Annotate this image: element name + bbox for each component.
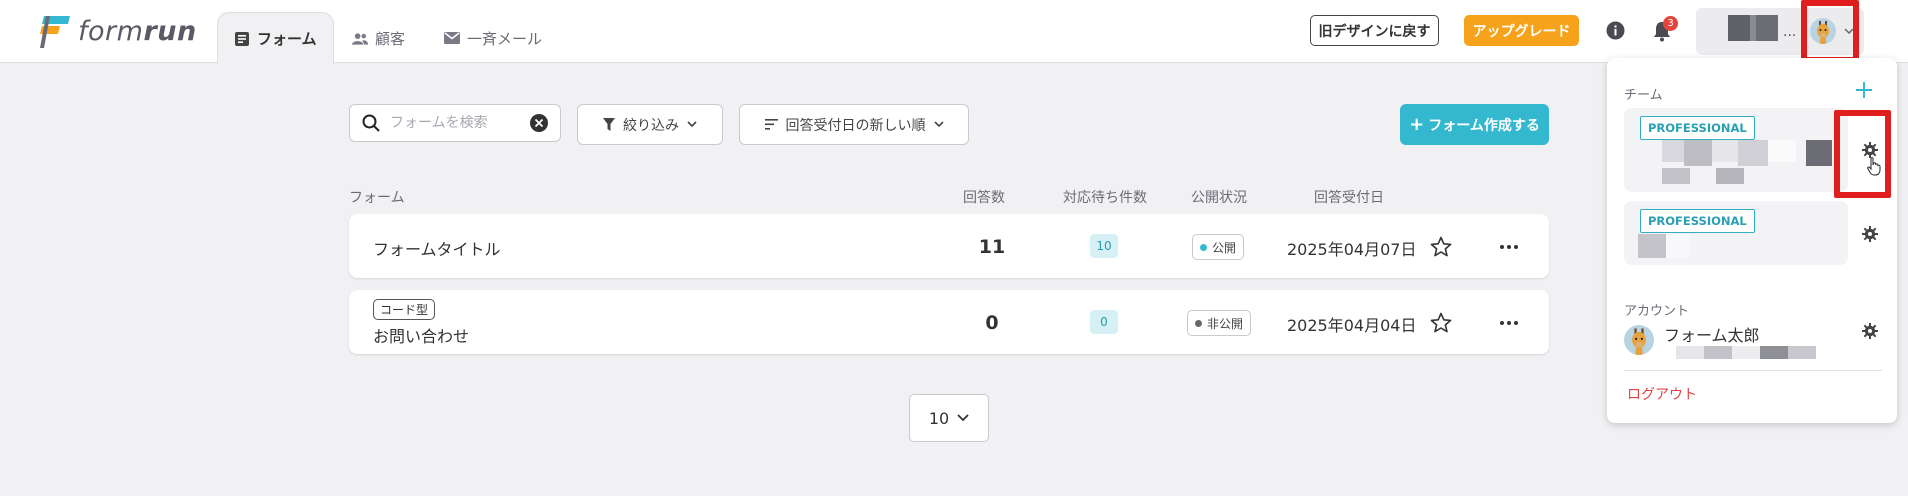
more-options-icon[interactable]	[1497, 236, 1521, 258]
account-avatar	[1624, 325, 1654, 355]
highlight-frame	[1834, 110, 1891, 198]
top-header: formrun フォーム 顧客 一斉メール 旧デザインに戻す アップグレード 3…	[0, 0, 1908, 64]
column-header-form: フォーム	[349, 190, 405, 206]
column-header-date: 回答受付日	[1314, 190, 1384, 206]
team-section-label: チーム	[1624, 88, 1663, 103]
status-badge: 公開	[1192, 234, 1245, 260]
sort-icon	[764, 119, 778, 130]
status-label: 非公開	[1207, 316, 1244, 331]
tab-forms[interactable]: フォーム	[217, 12, 334, 64]
search-input[interactable]	[390, 115, 520, 131]
star-icon[interactable]	[1430, 236, 1452, 258]
form-list-icon	[234, 31, 250, 47]
redacted-block	[1788, 346, 1816, 359]
response-count: 11	[978, 236, 1006, 258]
funnel-icon	[603, 118, 615, 131]
old-design-button[interactable]: 旧デザインに戻す	[1310, 15, 1439, 46]
form-title[interactable]: お問い合わせ	[373, 323, 469, 347]
giraffe-icon	[1632, 328, 1646, 355]
redacted-block	[1728, 15, 1750, 41]
redacted-block	[1662, 168, 1690, 184]
status-dot	[1200, 243, 1207, 251]
more-options-icon[interactable]	[1497, 312, 1521, 334]
create-form-label: フォーム作成する	[1428, 117, 1540, 134]
account-name: フォーム太郎	[1664, 326, 1760, 345]
plus-icon: +	[1409, 114, 1425, 135]
chevron-down-icon	[933, 121, 944, 128]
plan-badge: PROFESSIONAL	[1640, 116, 1755, 140]
redacted-block	[1638, 234, 1666, 258]
redacted-block	[1738, 140, 1768, 166]
pending-count-badge: 10	[1090, 234, 1118, 258]
page-size-select[interactable]: 10	[909, 394, 989, 442]
redacted-block	[1756, 15, 1778, 41]
account-ellipsis: ...	[1783, 24, 1797, 40]
sort-button[interactable]: 回答受付日の新しい順	[739, 104, 969, 145]
form-type-tag: コード型	[373, 299, 436, 320]
highlight-frame	[1801, 0, 1859, 63]
chevron-down-icon	[957, 414, 969, 422]
tab-customers-label: 顧客	[375, 29, 406, 48]
status-badge: 非公開	[1187, 310, 1252, 336]
table-row[interactable]: フォームタイトル 11 10 公開 2025年04月07日	[349, 214, 1549, 278]
clear-icon[interactable]	[530, 114, 548, 132]
redacted-block	[1732, 346, 1760, 359]
account-section-label: アカウント	[1624, 304, 1690, 319]
redacted-block	[1716, 168, 1744, 184]
status-dot	[1195, 319, 1202, 327]
redacted-block	[1806, 140, 1832, 166]
tab-bulk-mail[interactable]: 一斉メール	[428, 12, 558, 64]
received-date: 2025年04月04日	[1287, 316, 1417, 335]
table-row[interactable]: コード型 お問い合わせ 0 0 非公開 2025年04月04日	[349, 290, 1549, 354]
team-card[interactable]: PROFESSIONAL	[1624, 201, 1848, 265]
tab-bulk-mail-label: 一斉メール	[467, 29, 543, 48]
create-form-button[interactable]: + フォーム作成する	[1400, 104, 1549, 145]
status-label: 公開	[1212, 240, 1237, 255]
redacted-block	[1662, 140, 1684, 162]
menu-divider	[1624, 370, 1882, 371]
redacted-block	[1704, 346, 1732, 359]
search-box[interactable]	[349, 104, 561, 142]
column-header-status: 公開状況	[1191, 190, 1247, 206]
redacted-block	[1676, 346, 1704, 359]
column-header-pending: 対応待ち件数	[1063, 190, 1147, 206]
search-icon	[362, 114, 380, 132]
pending-count-badge: 0	[1090, 310, 1118, 334]
plan-badge: PROFESSIONAL	[1640, 209, 1755, 233]
form-title[interactable]: フォームタイトル	[373, 236, 501, 260]
team-settings-gear-icon[interactable]	[1862, 226, 1878, 242]
info-icon[interactable]	[1606, 21, 1625, 40]
filter-button[interactable]: 絞り込み	[577, 104, 723, 145]
logout-link[interactable]: ログアウト	[1627, 384, 1697, 404]
filter-label: 絞り込み	[623, 117, 679, 134]
team-card[interactable]: PROFESSIONAL	[1624, 108, 1848, 192]
redacted-block	[1666, 234, 1690, 258]
star-icon[interactable]	[1430, 312, 1452, 334]
account-settings-gear-icon[interactable]	[1862, 323, 1878, 339]
page-size-value: 10	[928, 408, 950, 428]
redacted-block	[1712, 140, 1738, 162]
redacted-block	[1684, 140, 1712, 166]
sort-label: 回答受付日の新しい順	[785, 117, 926, 134]
tab-forms-label: フォーム	[257, 30, 317, 48]
redacted-block	[1760, 346, 1788, 359]
formrun-wordmark: formrun	[78, 15, 197, 47]
add-team-icon[interactable]	[1854, 80, 1874, 100]
formrun-logo-icon	[40, 16, 70, 48]
response-count: 0	[985, 312, 999, 334]
notification-badge: 3	[1663, 16, 1678, 31]
upgrade-button[interactable]: アップグレード	[1464, 15, 1579, 46]
chevron-down-icon	[687, 121, 697, 128]
users-icon	[352, 30, 368, 46]
tab-customers[interactable]: 顧客	[336, 12, 421, 64]
column-header-responses: 回答数	[963, 190, 1005, 206]
received-date: 2025年04月07日	[1287, 240, 1417, 259]
mail-icon	[444, 30, 460, 46]
redacted-block	[1768, 140, 1796, 162]
formrun-logo[interactable]: formrun	[38, 14, 197, 48]
